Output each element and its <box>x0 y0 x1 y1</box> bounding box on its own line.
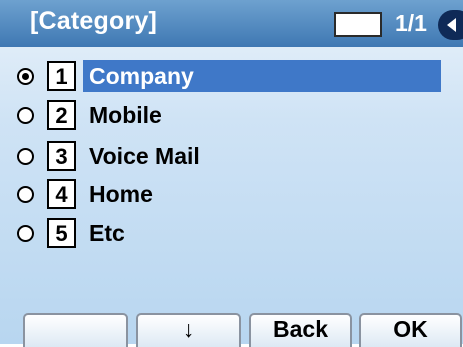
radio-unselected-icon[interactable] <box>17 148 34 165</box>
item-label: Etc <box>89 220 125 246</box>
softkey-1-button[interactable] <box>23 313 128 347</box>
screen-title: [Category] <box>30 7 158 35</box>
radio-unselected-icon[interactable] <box>17 225 34 242</box>
item-number: 3 <box>47 141 76 171</box>
softkey-down-button[interactable]: ↓ <box>136 313 241 347</box>
item-number: 4 <box>47 179 76 209</box>
item-number: 5 <box>47 218 76 248</box>
back-button[interactable]: Back <box>249 313 352 347</box>
radio-selected-icon[interactable] <box>17 68 34 85</box>
page-indicator: 1/1 <box>395 10 427 36</box>
list-item-mobile[interactable]: 2 Mobile <box>0 97 463 131</box>
item-label: Company <box>89 63 194 89</box>
list-item-voice-mail[interactable]: 3 Voice Mail <box>0 138 463 172</box>
item-label-wrap: Voice Mail <box>83 140 441 172</box>
title-bar: [Category] 1/1 <box>0 0 463 47</box>
list-item-company[interactable]: 1 Company <box>0 58 463 92</box>
radio-unselected-icon[interactable] <box>17 107 34 124</box>
item-label: Home <box>89 181 153 207</box>
item-number: 1 <box>47 61 76 91</box>
soft-key-bar: ↓ Back OK <box>0 313 463 347</box>
phone-screen: [Category] 1/1 1 Company 2 Mobile 3 Voic… <box>0 0 463 347</box>
selection-highlight: Company <box>83 60 441 92</box>
item-number: 2 <box>47 100 76 130</box>
list-item-home[interactable]: 4 Home <box>0 176 463 210</box>
triangle-left-icon[interactable] <box>438 10 463 40</box>
list-item-etc[interactable]: 5 Etc <box>0 215 463 249</box>
item-label-wrap: Home <box>83 178 441 210</box>
item-label: Mobile <box>89 102 162 128</box>
ok-button[interactable]: OK <box>359 313 462 347</box>
input-box[interactable] <box>334 12 382 37</box>
radio-unselected-icon[interactable] <box>17 186 34 203</box>
item-label-wrap: Mobile <box>83 99 441 131</box>
item-label: Voice Mail <box>89 143 200 169</box>
item-label-wrap: Etc <box>83 217 441 249</box>
